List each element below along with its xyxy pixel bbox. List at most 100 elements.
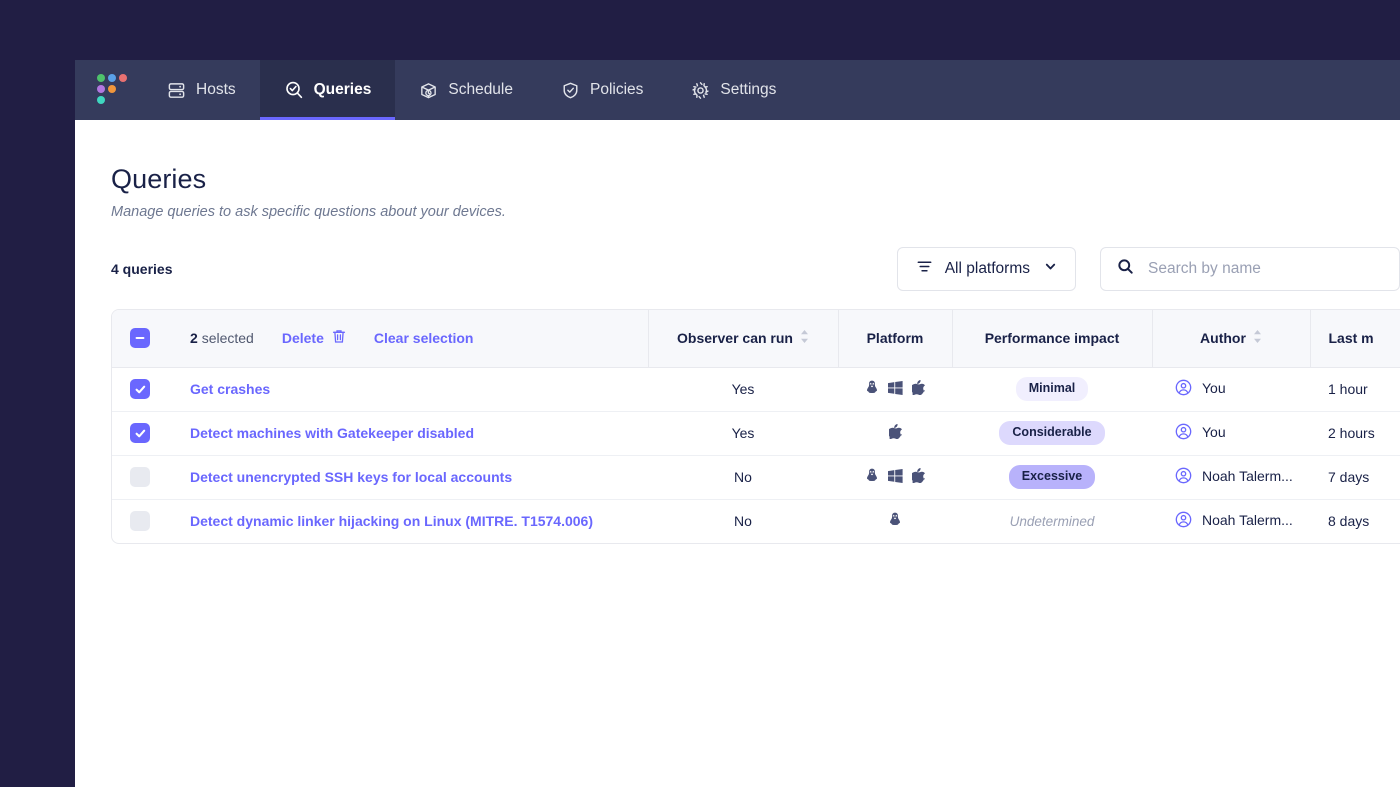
observer-can-run-cell: Yes <box>731 381 755 397</box>
nav-label-policies: Policies <box>590 81 644 98</box>
trash-icon <box>332 329 346 347</box>
windows-icon <box>888 380 903 395</box>
page-body: Queries Manage queries to ask specific q… <box>75 120 1400 787</box>
platform-filter-label: All platforms <box>944 260 1030 277</box>
performance-impact-cell: Minimal <box>952 367 1152 411</box>
header-select-cell <box>112 310 168 368</box>
query-name-cell: Detect machines with Gatekeeper disabled <box>168 411 648 455</box>
last-modified-cell: 8 days <box>1328 513 1370 530</box>
table-row[interactable]: Detect machines with Gatekeeper disabled… <box>112 411 1400 455</box>
logo-dot-red <box>119 74 127 82</box>
search-box[interactable] <box>1100 247 1400 291</box>
query-name-cell: Detect dynamic linker hijacking on Linux… <box>168 499 648 543</box>
query-count: 4 queries <box>111 261 173 277</box>
app-window: Hosts Queries Schedule Policies Settings… <box>75 60 1400 787</box>
windows-icon <box>888 468 903 483</box>
delete-button[interactable]: Delete <box>282 329 346 347</box>
chevron-down-icon <box>1044 260 1057 278</box>
query-name-cell: Detect unencrypted SSH keys for local ac… <box>168 455 648 499</box>
nav-label-queries: Queries <box>313 81 372 98</box>
nav-label-schedule: Schedule <box>448 81 513 98</box>
app-logo[interactable] <box>75 60 143 120</box>
author-name: You <box>1202 423 1226 440</box>
row-checkbox[interactable] <box>130 467 150 487</box>
table-row[interactable]: Detect unencrypted SSH keys for local ac… <box>112 455 1400 499</box>
performance-impact-cell: Excessive <box>952 455 1152 499</box>
nav-item-settings[interactable]: Settings <box>667 60 800 120</box>
apple-icon <box>912 468 925 483</box>
column-header-platform: Platform <box>838 310 953 368</box>
last-modified-cell: 2 hours <box>1328 425 1375 441</box>
column-label-impact: Performance impact <box>984 330 1120 347</box>
magnifier-check-icon <box>284 80 304 100</box>
linux-icon <box>865 380 879 395</box>
row-select-cell <box>112 455 168 499</box>
column-label-platform: Platform <box>866 330 924 347</box>
select-all-checkbox[interactable] <box>130 328 150 349</box>
query-name-link[interactable]: Get crashes <box>190 381 270 397</box>
clear-selection-label: Clear selection <box>373 330 474 347</box>
server-icon <box>167 81 186 100</box>
table-row[interactable]: Detect dynamic linker hijacking on Linux… <box>112 499 1400 543</box>
row-select-cell <box>112 499 168 543</box>
user-circle-icon <box>1175 511 1192 528</box>
query-name-cell: Get crashes <box>168 367 648 411</box>
column-header-author[interactable]: Author <box>1152 310 1311 368</box>
column-label-author: Author <box>1200 330 1246 347</box>
row-select-cell <box>112 411 168 455</box>
clear-selection-button[interactable]: Clear selection <box>374 330 474 346</box>
impact-undetermined: Undetermined <box>1009 514 1095 530</box>
nav-label-settings: Settings <box>720 81 777 98</box>
linux-icon <box>888 512 902 527</box>
logo-dot-purple <box>97 85 105 93</box>
author-name: Noah Talerm... <box>1202 511 1293 528</box>
user-circle-icon <box>1175 467 1192 484</box>
user-circle-icon <box>1175 379 1192 396</box>
impact-badge: Minimal <box>1015 377 1089 401</box>
column-label-last-modified: Last m <box>1328 330 1374 347</box>
controls-row: 4 queries All platforms <box>111 247 1400 291</box>
table-row[interactable]: Get crashes Yes Minimal You 1 hour <box>112 367 1400 411</box>
platform-cell <box>838 455 952 499</box>
row-checkbox[interactable] <box>130 379 150 399</box>
logo-dot-green <box>97 74 105 82</box>
table-body: Get crashes Yes Minimal You 1 hour Detect mac… <box>112 367 1400 543</box>
author-name: You <box>1202 379 1226 396</box>
nav-item-policies[interactable]: Policies <box>537 60 667 120</box>
gear-icon <box>691 81 710 100</box>
queries-table: 2 selected Delete Clear selection Observ… <box>111 309 1400 544</box>
filter-lines-icon <box>916 258 933 280</box>
observer-can-run-cell: No <box>734 469 752 485</box>
bulk-actions-cell: 2 selected Delete Clear selection <box>168 310 649 368</box>
platform-filter-dropdown[interactable]: All platforms <box>896 247 1076 291</box>
search-input[interactable] <box>1148 260 1383 278</box>
nav-label-hosts: Hosts <box>196 81 236 98</box>
row-select-cell <box>112 367 168 411</box>
column-header-observer[interactable]: Observer can run <box>648 310 839 368</box>
column-label-observer: Observer can run <box>677 330 793 347</box>
sort-arrows-icon[interactable] <box>1253 329 1262 347</box>
last-modified-cell: 7 days <box>1328 469 1370 485</box>
sort-arrows-icon[interactable] <box>800 329 809 347</box>
last-modified-cell: 1 hour <box>1328 381 1368 397</box>
query-name-link[interactable]: Detect machines with Gatekeeper disabled <box>190 425 474 441</box>
top-navbar: Hosts Queries Schedule Policies Settings <box>75 60 1400 120</box>
fleet-logo <box>97 74 127 106</box>
performance-impact-cell: Considerable <box>952 411 1152 455</box>
selected-count-number: 2 <box>190 330 198 347</box>
row-checkbox[interactable] <box>130 423 150 443</box>
controls-right: All platforms <box>896 247 1400 291</box>
screen: Hosts Queries Schedule Policies Settings… <box>0 0 1400 787</box>
nav-item-hosts[interactable]: Hosts <box>143 60 260 120</box>
nav-item-schedule[interactable]: Schedule <box>395 60 537 120</box>
shield-check-icon <box>561 81 580 100</box>
nav-item-queries[interactable]: Queries <box>259 60 396 120</box>
author-name: Noah Talerm... <box>1202 467 1293 484</box>
selected-word: selected <box>201 330 254 347</box>
query-name-link[interactable]: Detect dynamic linker hijacking on Linux… <box>190 513 593 529</box>
platform-cell <box>838 367 952 411</box>
row-checkbox[interactable] <box>130 511 150 532</box>
box-clock-icon <box>419 81 438 100</box>
logo-dot-orange <box>108 85 116 93</box>
query-name-link[interactable]: Detect unencrypted SSH keys for local ac… <box>190 469 512 485</box>
